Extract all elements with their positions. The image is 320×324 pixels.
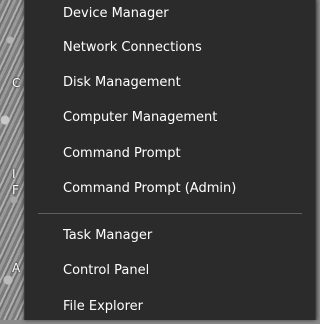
winx-power-user-menu: Device Manager Network Connections Disk … <box>24 0 316 320</box>
desktop-icon-label-fragment: C <box>12 76 21 90</box>
menu-separator <box>38 213 302 214</box>
menu-item-file-explorer[interactable]: File Explorer <box>25 290 315 324</box>
menu-item-command-prompt[interactable]: Command Prompt <box>25 137 315 171</box>
menu-item-computer-management[interactable]: Computer Management <box>25 101 315 135</box>
menu-item-disk-management[interactable]: Disk Management <box>25 66 315 100</box>
menu-item-network-connections[interactable]: Network Connections <box>25 31 315 65</box>
desktop-icon-label-fragment: A <box>12 261 21 275</box>
desktop-icon-label-fragment: I <box>12 167 16 181</box>
desktop-icon-label-fragment: F <box>12 183 19 197</box>
menu-item-command-prompt-admin[interactable]: Command Prompt (Admin) <box>25 172 315 206</box>
menu-item-task-manager[interactable]: Task Manager <box>25 219 315 253</box>
menu-item-control-panel[interactable]: Control Panel <box>25 254 315 288</box>
menu-item-device-manager[interactable]: Device Manager <box>25 0 315 31</box>
